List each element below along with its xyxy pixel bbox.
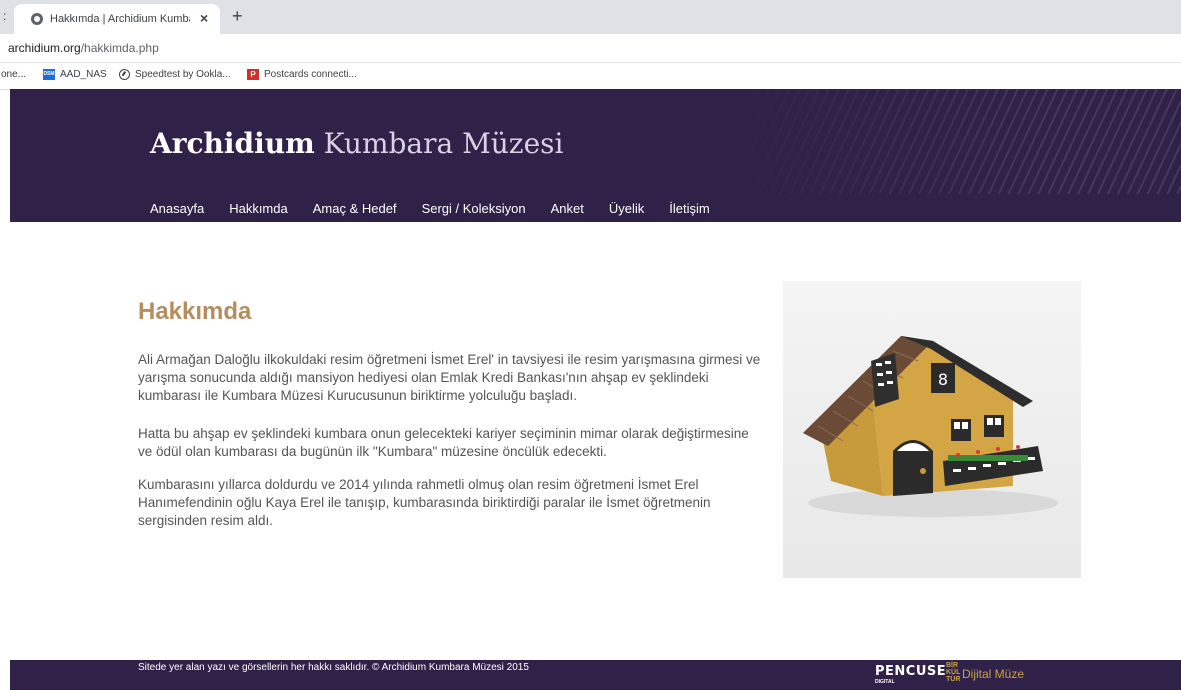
- globe-icon: [31, 13, 43, 25]
- address-bar[interactable]: archidium.org/hakkimda.php: [0, 34, 1181, 63]
- svg-text:8: 8: [938, 370, 948, 389]
- birkultur-line: TÜR: [946, 676, 961, 683]
- close-icon[interactable]: ×: [200, 10, 208, 26]
- paragraph-1: Ali Armağan Daloğlu ilkokuldaki resim öğ…: [138, 352, 761, 403]
- nav-anasayfa[interactable]: Anasayfa: [150, 201, 204, 216]
- pencuse-logo-sub: DIGITAL: [875, 679, 895, 685]
- bookmark-label: Postcards connecti...: [264, 69, 357, 80]
- paragraph-3: Kumbarasını yıllarca doldurdu ve 2014 yı…: [138, 477, 711, 528]
- wooden-house-money-box-image: 8: [783, 281, 1081, 578]
- site-title[interactable]: Archidium Kumbara Müzesi: [150, 127, 563, 160]
- url-path: /hakkimda.php: [80, 41, 159, 55]
- bookmarks-bar: one... DSM AAD_NAS Speedtest by Ookla...…: [0, 63, 1181, 90]
- new-tab-button[interactable]: +: [232, 7, 243, 25]
- paragraph-2: Hatta bu ahşap ev şeklindeki kumbara onu…: [138, 426, 749, 459]
- nav-hakkimda[interactable]: Hakkımda: [229, 201, 288, 216]
- browser-tab-hakkimda[interactable]: Hakkımda | Archidium Kumbara M ×: [14, 4, 220, 34]
- postcards-icon: P: [247, 69, 259, 80]
- house-illustration: 8: [783, 281, 1081, 578]
- speedtest-icon: [119, 69, 130, 80]
- nav-anket[interactable]: Anket: [551, 201, 584, 216]
- main-nav: Anasayfa Hakkımda Amaç & Hedef Sergi / K…: [150, 201, 735, 216]
- page-title: Hakkımda: [138, 298, 252, 325]
- header-stripes-decoration: [721, 89, 1181, 194]
- nav-uyelik[interactable]: Üyelik: [609, 201, 644, 216]
- tab-search-menu[interactable]: :: [3, 9, 6, 23]
- url-text[interactable]: archidium.org/hakkimda.php: [8, 41, 159, 55]
- nav-iletisim[interactable]: İletişim: [669, 201, 709, 216]
- copyright-text: Sitede yer alan yazı ve görsellerin her …: [138, 662, 529, 673]
- nav-amac-hedef[interactable]: Amaç & Hedef: [313, 201, 397, 216]
- site-title-bold: Archidium: [150, 127, 315, 160]
- site-title-light: Kumbara Müzesi: [323, 127, 564, 160]
- dijital-muze-link[interactable]: Dijital Müze: [962, 667, 1024, 681]
- bookmark-one[interactable]: one...: [1, 69, 26, 80]
- browser-tabstrip: : Hakkımda | Archidium Kumbara M × +: [0, 0, 1181, 34]
- site-footer: Sitede yer alan yazı ve görsellerin her …: [10, 660, 1181, 690]
- bookmark-speedtest[interactable]: Speedtest by Ookla...: [119, 69, 231, 80]
- nav-sergi-koleksiyon[interactable]: Sergi / Koleksiyon: [422, 201, 526, 216]
- tab-title: Hakkımda | Archidium Kumbara M: [50, 13, 190, 25]
- bookmark-aad-nas[interactable]: DSM AAD_NAS: [43, 69, 107, 80]
- birkultur-line: BİR: [946, 662, 959, 669]
- bookmark-label: AAD_NAS: [60, 69, 107, 80]
- dsm-icon: DSM: [43, 69, 55, 80]
- bookmark-postcards[interactable]: P Postcards connecti...: [247, 69, 357, 80]
- url-domain: archidium.org: [8, 41, 81, 55]
- bookmark-label: one...: [1, 69, 27, 80]
- bookmark-label: Speedtest by Ookla...: [135, 69, 231, 80]
- pencuse-logo[interactable]: PENCUSE: [875, 664, 946, 679]
- birkultur-line: KÜL: [946, 669, 961, 676]
- birkultur-logo[interactable]: BİR KÜL TÜR: [946, 662, 960, 683]
